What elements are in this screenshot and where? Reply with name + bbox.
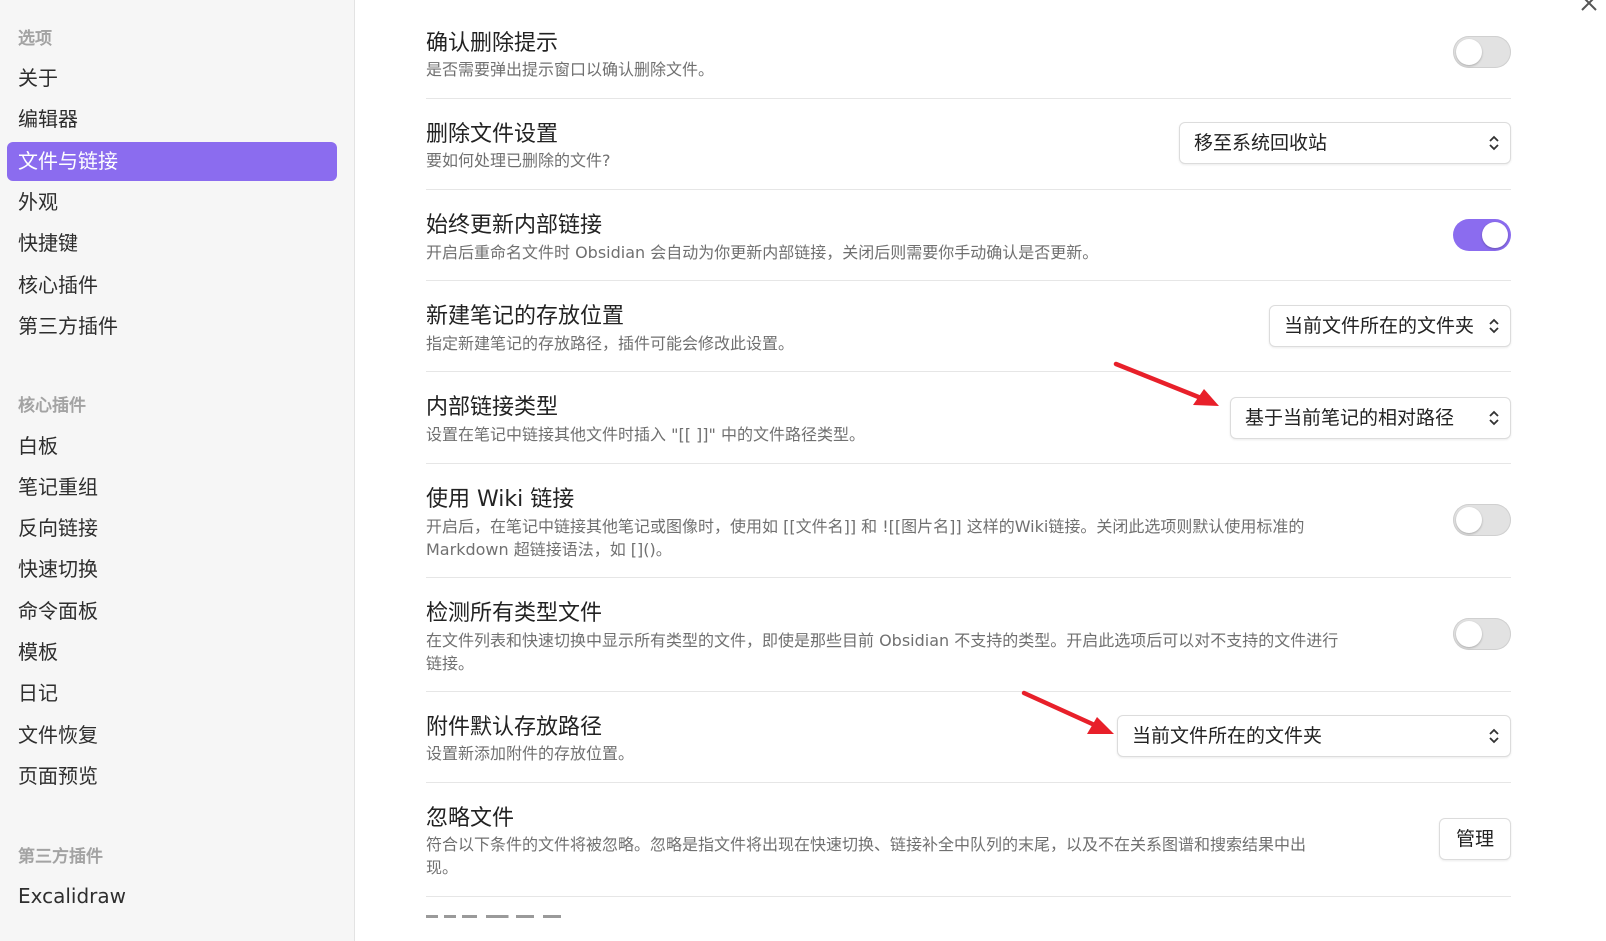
setting-title: 始终更新内部链接 — [426, 213, 603, 238]
chevron-up-down-icon — [1489, 318, 1499, 334]
sidebar-heading-community-plugins: 第三方插件 — [18, 847, 103, 867]
select-value: 移至系统回收站 — [1194, 132, 1328, 154]
annotation-arrow-icon — [1021, 690, 1114, 734]
select-value: 当前文件所在的文件夹 — [1132, 725, 1323, 747]
setting-excluded-files: 忽略文件 符合以下条件的文件将被忽略。忽略是指文件将出现在快速切换、链接补全中队… — [426, 783, 1511, 897]
setting-description-line2: 现。 — [426, 858, 459, 877]
wiki-links-toggle[interactable] — [1453, 504, 1511, 536]
setting-title: 新建笔记的存放位置 — [426, 304, 625, 329]
sidebar-item-excalidraw[interactable]: Excalidraw — [7, 877, 337, 916]
setting-title: 使用 Wiki 链接 — [426, 487, 575, 512]
setting-link-format: 内部链接类型 设置在笔记中链接其他文件时插入 "[[ ]]" 中的文件路径类型。… — [426, 372, 1511, 464]
setting-description: 设置新添加附件的存放位置。 — [426, 744, 635, 763]
settings-sidebar: 选项 关于 编辑器 文件与链接 外观 快捷键 核心插件 第三方插件 核心插件 白… — [0, 0, 355, 941]
manage-excluded-files-button[interactable]: 管理 — [1439, 818, 1511, 860]
toggle-knob — [1456, 507, 1482, 533]
sidebar-item-community-plugins[interactable]: 第三方插件 — [7, 307, 337, 346]
sidebar-item-note-composer[interactable]: 笔记重组 — [7, 468, 337, 507]
setting-new-note-location: 新建笔记的存放位置 指定新建笔记的存放路径，插件可能会修改此设置。 当前文件所在… — [426, 281, 1511, 372]
setting-description: 开启后重命名文件时 Obsidian 会自动为你更新内部链接，关闭后则需要你手动… — [426, 243, 1099, 262]
sidebar-item-daily-notes[interactable]: 日记 — [7, 674, 337, 713]
setting-deleted-files: 删除文件设置 要如何处理已删除的文件? 移至系统回收站 — [426, 99, 1511, 190]
settings-content: 确认删除提示 是否需要弹出提示窗口以确认删除文件。 删除文件设置 要如何处理已删… — [356, 0, 1606, 941]
confirm-delete-toggle[interactable] — [1453, 36, 1511, 68]
settings-window: 选项 关于 编辑器 文件与链接 外观 快捷键 核心插件 第三方插件 核心插件 白… — [0, 0, 1606, 941]
setting-title: 附件默认存放路径 — [426, 715, 603, 740]
toggle-knob — [1482, 222, 1508, 248]
auto-update-links-toggle[interactable] — [1453, 219, 1511, 251]
setting-title: 删除文件设置 — [426, 122, 559, 147]
attachment-folder-select[interactable]: 当前文件所在的文件夹 — [1117, 715, 1511, 757]
setting-auto-update-links: 始终更新内部链接 开启后重命名文件时 Obsidian 会自动为你更新内部链接，… — [426, 190, 1511, 281]
truncated-text — [426, 915, 576, 918]
select-value: 基于当前笔记的相对路径 — [1245, 407, 1455, 429]
link-format-select[interactable]: 基于当前笔记的相对路径 — [1230, 397, 1511, 439]
setting-description-line1: 开启后，在笔记中链接其他笔记或图像时，使用如 [[文件名]] 和 ![[图片名]… — [426, 517, 1305, 536]
annotation-arrow-icon — [1113, 361, 1219, 406]
chevron-up-down-icon — [1489, 410, 1499, 426]
setting-wiki-links: 使用 Wiki 链接 开启后，在笔记中链接其他笔记或图像时，使用如 [[文件名]… — [426, 464, 1511, 578]
sidebar-heading-options: 选项 — [18, 29, 52, 49]
setting-attachment-folder: 附件默认存放路径 设置新添加附件的存放位置。 当前文件所在的文件夹 — [426, 692, 1511, 783]
setting-description-line2: 链接。 — [426, 654, 475, 673]
sidebar-item-backlinks[interactable]: 反向链接 — [7, 509, 337, 548]
sidebar-item-files-links[interactable]: 文件与链接 — [7, 142, 337, 181]
setting-title: 确认删除提示 — [426, 31, 559, 56]
setting-description-line2: Markdown 超链接语法，如 []()。 — [426, 540, 672, 559]
sidebar-item-quick-switcher[interactable]: 快速切换 — [7, 550, 337, 589]
new-note-location-select[interactable]: 当前文件所在的文件夹 — [1269, 305, 1511, 347]
setting-description-line1: 符合以下条件的文件将被忽略。忽略是指文件将出现在快速切换、链接补全中队列的末尾，… — [426, 835, 1307, 854]
sidebar-item-editor[interactable]: 编辑器 — [7, 100, 337, 139]
sidebar-item-about[interactable]: 关于 — [7, 59, 337, 98]
sidebar-item-appearance[interactable]: 外观 — [7, 183, 337, 222]
close-icon[interactable] — [1578, 0, 1600, 14]
setting-description: 设置在笔记中链接其他文件时插入 "[[ ]]" 中的文件路径类型。 — [426, 425, 865, 444]
setting-title: 检测所有类型文件 — [426, 601, 603, 626]
setting-detect-all-files: 检测所有类型文件 在文件列表和快速切换中显示所有类型的文件，即使是那些目前 Ob… — [426, 578, 1511, 692]
sidebar-item-page-preview[interactable]: 页面预览 — [7, 757, 337, 796]
sidebar-item-core-plugins[interactable]: 核心插件 — [7, 266, 337, 305]
setting-description: 要如何处理已删除的文件? — [426, 151, 611, 170]
chevron-up-down-icon — [1489, 135, 1499, 151]
sidebar-heading-core-plugins: 核心插件 — [18, 396, 86, 416]
setting-description: 是否需要弹出提示窗口以确认删除文件。 — [426, 60, 715, 79]
next-setting-peek — [426, 910, 586, 918]
setting-description-line1: 在文件列表和快速切换中显示所有类型的文件，即使是那些目前 Obsidian 不支… — [426, 631, 1339, 650]
toggle-knob — [1456, 39, 1482, 65]
sidebar-item-hotkeys[interactable]: 快捷键 — [7, 224, 337, 263]
select-value: 当前文件所在的文件夹 — [1284, 315, 1475, 337]
detect-all-files-toggle[interactable] — [1453, 618, 1511, 650]
setting-description: 指定新建笔记的存放路径，插件可能会修改此设置。 — [426, 334, 795, 353]
chevron-up-down-icon — [1489, 728, 1499, 744]
setting-confirm-delete: 确认删除提示 是否需要弹出提示窗口以确认删除文件。 — [426, 0, 1511, 99]
toggle-knob — [1456, 621, 1482, 647]
setting-title: 忽略文件 — [426, 806, 515, 831]
setting-title: 内部链接类型 — [426, 395, 559, 420]
sidebar-item-command-palette[interactable]: 命令面板 — [7, 592, 337, 631]
sidebar-item-canvas[interactable]: 白板 — [7, 427, 337, 466]
deleted-files-select[interactable]: 移至系统回收站 — [1179, 122, 1511, 164]
sidebar-item-templates[interactable]: 模板 — [7, 633, 337, 672]
sidebar-item-file-recovery[interactable]: 文件恢复 — [7, 716, 337, 755]
